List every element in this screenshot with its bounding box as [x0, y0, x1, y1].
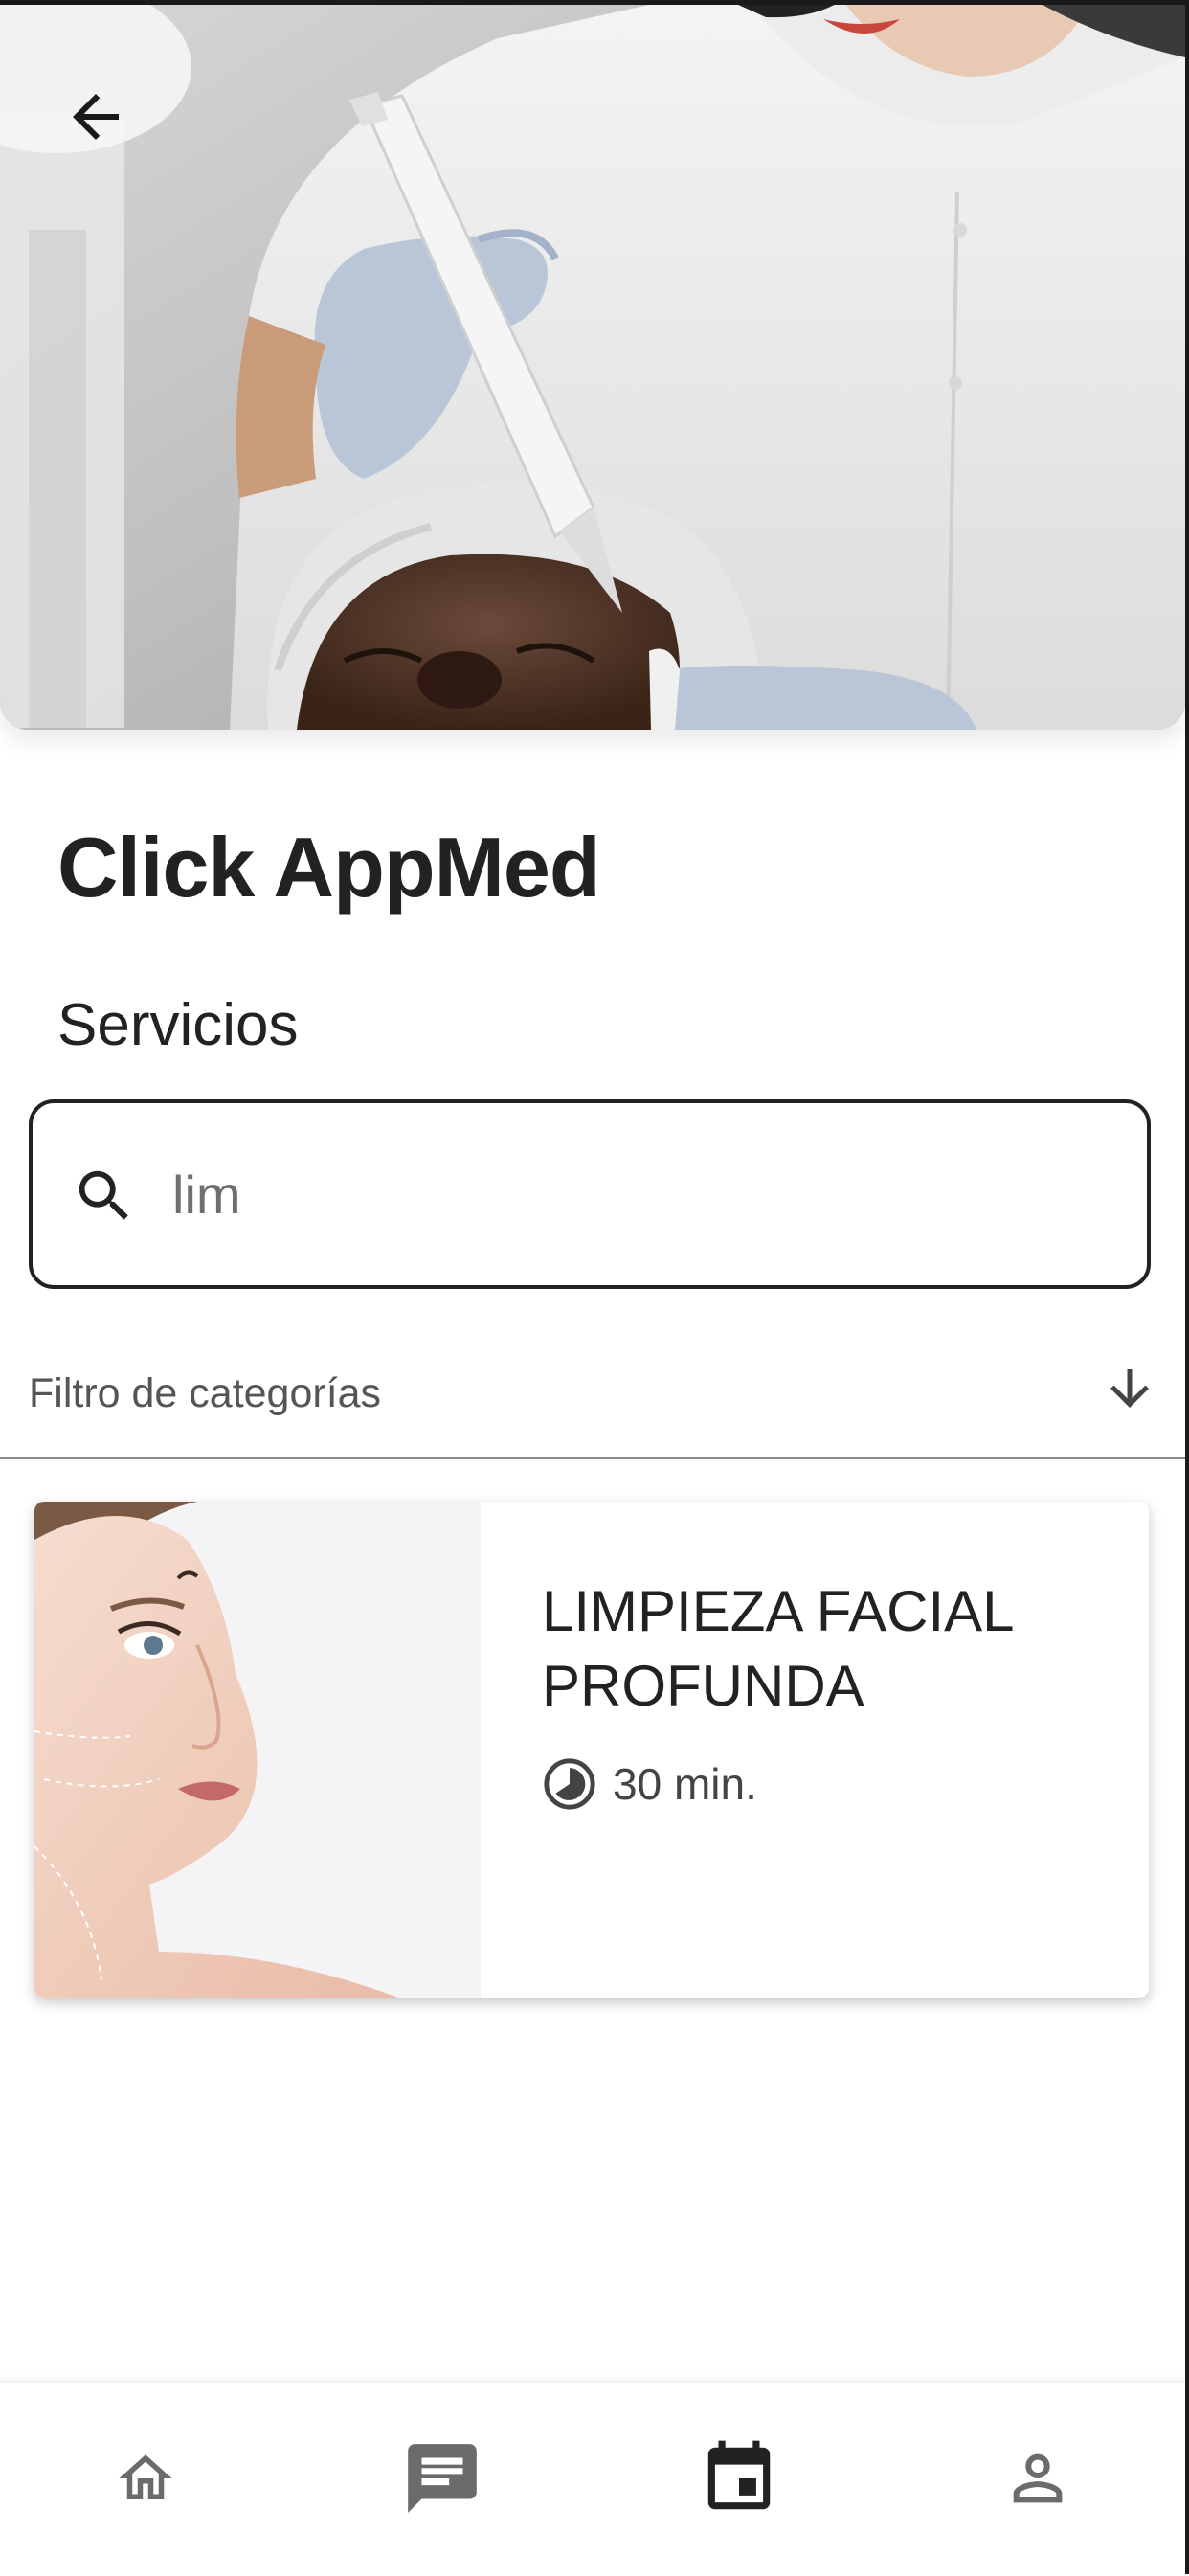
nav-profile[interactable] — [980, 2421, 1095, 2536]
nav-messages[interactable] — [385, 2421, 500, 2536]
service-duration-label: 30 min. — [613, 1759, 757, 1809]
calendar-icon — [707, 2440, 771, 2510]
search-icon — [79, 1170, 128, 1220]
screen-edge — [1185, 0, 1189, 2574]
hero-image — [0, 0, 1185, 730]
profile-icon — [1013, 2453, 1063, 2503]
service-image — [34, 1502, 481, 1998]
status-bar-edge — [0, 0, 1189, 5]
section-title: Servicios — [57, 992, 299, 1058]
arrow-down-icon[interactable] — [1101, 1360, 1158, 1417]
category-filter[interactable]: Filtro de categorías — [0, 1341, 1185, 1459]
arrow-left-icon — [73, 94, 119, 140]
nav-home[interactable] — [88, 2421, 203, 2536]
hero-photo-illustration — [0, 0, 1185, 730]
chat-icon — [408, 2444, 477, 2513]
service-title: LIMPIEZA FACIAL PROFUNDA — [542, 1579, 1013, 1718]
nav-appointments[interactable] — [682, 2421, 796, 2536]
bottom-navigation — [0, 2381, 1185, 2576]
clock-icon — [544, 1758, 595, 1810]
service-card[interactable]: LIMPIEZA FACIAL PROFUNDA 30 min. — [34, 1502, 1149, 1998]
search-box[interactable] — [29, 1099, 1151, 1289]
page-title: Click AppMed — [57, 820, 601, 915]
back-button[interactable] — [50, 71, 142, 163]
service-duration: 30 min. — [542, 1756, 757, 1812]
home-icon — [119, 2454, 172, 2499]
category-filter-label: Filtro de categorías — [29, 1370, 382, 1416]
search-input[interactable] — [172, 1141, 1110, 1247]
